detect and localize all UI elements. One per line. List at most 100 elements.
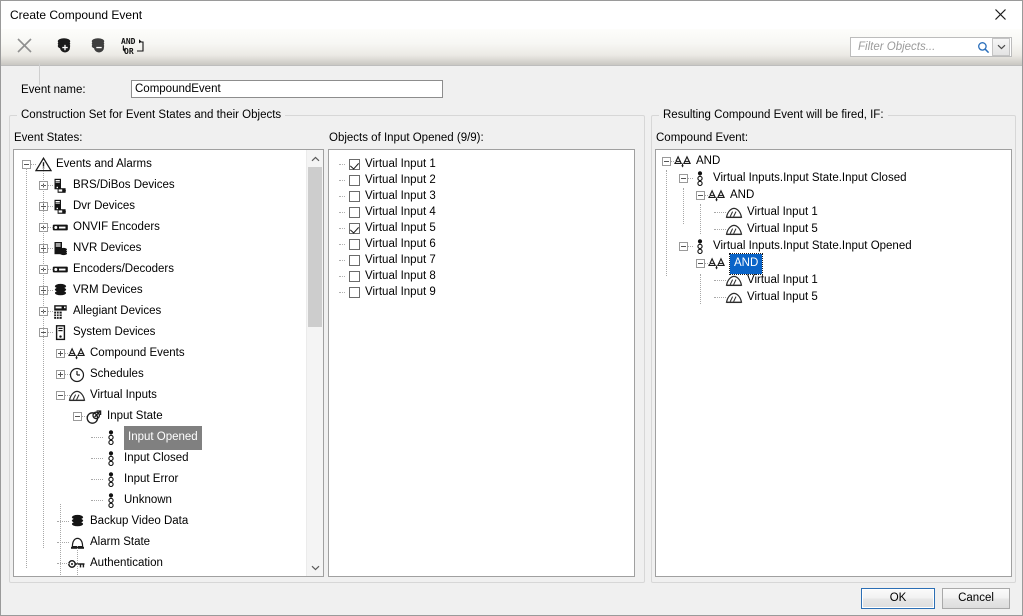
search-icon[interactable] xyxy=(974,41,992,54)
checkbox-1[interactable] xyxy=(349,158,360,170)
list-item[interactable]: Virtual Input 8 xyxy=(335,268,630,284)
toggle-and-or-button[interactable]: AND OR xyxy=(117,32,151,62)
tree-item-nvr-devices[interactable]: NVR Devices xyxy=(14,238,306,259)
tree-item-input-error[interactable]: Input Error xyxy=(14,469,306,490)
filter-objects-field[interactable]: Filter Objects... xyxy=(850,37,1012,57)
expand-icon[interactable] xyxy=(54,343,70,364)
event-states-scrollbar[interactable] xyxy=(306,150,323,576)
filter-dropdown-button[interactable] xyxy=(992,38,1010,56)
tree-item-allegiant-devices[interactable]: Allegiant Devices xyxy=(14,301,306,322)
list-item[interactable]: Virtual Input 6 xyxy=(335,236,630,252)
compound-tree-item[interactable]: AND xyxy=(656,187,1007,204)
compound-tree-item[interactable]: Virtual Input 1 xyxy=(656,204,1007,221)
create-compound-event-dialog: Create Compound Event AND OR Filter Obje… xyxy=(0,0,1023,616)
collapse-icon[interactable] xyxy=(660,153,676,170)
tree-item-brs-dibos-devices[interactable]: BRS/DiBos Devices xyxy=(14,175,306,196)
tree-item-vrm-devices[interactable]: VRM Devices xyxy=(14,280,306,301)
expand-icon[interactable] xyxy=(37,301,53,322)
construction-set-legend: Construction Set for Event States and th… xyxy=(17,109,286,121)
tree-item-dvr-devices[interactable]: Dvr Devices xyxy=(14,196,306,217)
list-item[interactable]: Virtual Input 5 xyxy=(335,220,630,236)
checkbox-2[interactable] xyxy=(349,174,360,186)
list-item[interactable]: Virtual Input 7 xyxy=(335,252,630,268)
compound-tree-item[interactable]: Virtual Input 5 xyxy=(656,289,1007,306)
tree-item-input-opened[interactable]: Input Opened xyxy=(14,425,306,450)
compound-tree-item[interactable]: Virtual Inputs.Input State.Input Closed xyxy=(656,170,1007,187)
collapse-icon[interactable] xyxy=(677,170,693,187)
tree-connector-line xyxy=(700,204,701,234)
tree-item-system-devices[interactable]: System Devices xyxy=(14,322,306,343)
tree-item-events-and-alarms[interactable]: Events and Alarms xyxy=(14,154,306,175)
list-item[interactable]: Virtual Input 4 xyxy=(335,204,630,220)
tree-item-label: Input State xyxy=(107,410,163,422)
checkbox-4[interactable] xyxy=(349,206,360,218)
checkbox-3[interactable] xyxy=(349,190,360,202)
expand-icon[interactable] xyxy=(37,259,53,280)
tree-item-encoders-decoders[interactable]: Encoders/Decoders xyxy=(14,259,306,280)
virtual-input-icon xyxy=(725,272,743,289)
checkbox-9[interactable] xyxy=(349,286,360,298)
scrollbar-thumb[interactable] xyxy=(308,167,322,327)
tree-connector-line xyxy=(60,504,61,576)
event-name-input[interactable] xyxy=(131,80,443,98)
list-item[interactable]: Virtual Input 2 xyxy=(335,172,630,188)
checkbox-7[interactable] xyxy=(349,254,360,266)
checkbox-6[interactable] xyxy=(349,238,360,250)
collapse-icon[interactable] xyxy=(694,255,710,272)
compound-tree-item-label: AND xyxy=(728,252,764,275)
event-states-tree[interactable]: Events and Alarms BRS/DiBos Devices Dvr De… xyxy=(13,149,324,577)
tree-item-compound-events[interactable]: Compound Events xyxy=(14,343,306,364)
scroll-down-button[interactable] xyxy=(307,559,323,576)
tree-connector xyxy=(335,268,349,284)
tree-item-schedules[interactable]: Schedules xyxy=(14,364,306,385)
list-item[interactable]: Virtual Input 1 xyxy=(335,156,630,172)
collapse-icon[interactable] xyxy=(694,187,710,204)
expand-icon[interactable] xyxy=(37,280,53,301)
expand-icon[interactable] xyxy=(54,364,70,385)
tree-item-label: Input Closed xyxy=(124,452,189,464)
tree-item-label: Schedules xyxy=(90,368,144,380)
tree-connector xyxy=(54,553,69,574)
tree-connector xyxy=(335,220,349,236)
collapse-icon[interactable] xyxy=(54,385,70,406)
expand-icon[interactable] xyxy=(37,238,53,259)
expand-icon[interactable] xyxy=(37,196,53,217)
ok-button[interactable]: OK xyxy=(861,588,935,609)
tree-item-backup-video-data[interactable]: Backup Video Data xyxy=(14,511,306,532)
checkbox-5[interactable] xyxy=(349,222,360,234)
collapse-icon[interactable] xyxy=(677,238,693,255)
clock-icon xyxy=(68,366,86,383)
compound-tree-item[interactable]: Virtual Inputs.Input State.Input Opened xyxy=(656,238,1007,255)
tree-item-label: Events and Alarms xyxy=(56,158,152,170)
expand-icon[interactable] xyxy=(37,217,53,238)
compound-event-tree[interactable]: AND Virtual Inputs.Input State.Input Clos… xyxy=(655,149,1012,577)
compound-tree-item[interactable]: Virtual Input 5 xyxy=(656,221,1007,238)
tree-item-authentication[interactable]: Authentication xyxy=(14,553,306,574)
tree-connector xyxy=(711,204,726,221)
objects-checkbox-list[interactable]: Virtual Input 1 Virtual Input 2 Virtual In… xyxy=(328,149,635,577)
delete-event-button[interactable] xyxy=(9,32,39,62)
compound-tree-item[interactable]: AND xyxy=(656,153,1007,170)
and-or-icon: AND OR xyxy=(120,34,148,61)
list-item[interactable]: Virtual Input 3 xyxy=(335,188,630,204)
cancel-button[interactable]: Cancel xyxy=(942,588,1010,609)
collapse-icon[interactable] xyxy=(37,322,53,343)
toolbar-separator xyxy=(39,63,40,85)
remove-event-state-button[interactable] xyxy=(83,32,113,62)
add-event-state-button[interactable] xyxy=(49,32,79,62)
list-item[interactable]: Virtual Input 9 xyxy=(335,284,630,300)
scroll-up-button[interactable] xyxy=(307,150,323,167)
compound-tree-item[interactable]: Virtual Input 1 xyxy=(656,272,1007,289)
close-window-button[interactable] xyxy=(979,1,1022,28)
compound-tree-item[interactable]: AND xyxy=(656,252,1007,275)
tree-item-alarm-state[interactable]: Alarm State xyxy=(14,532,306,553)
tree-item-input-closed[interactable]: Input Closed xyxy=(14,448,306,469)
tree-item-virtual-inputs[interactable]: Virtual Inputs xyxy=(14,385,306,406)
tree-item-onvif-encoders[interactable]: ONVIF Encoders xyxy=(14,217,306,238)
tree-item-unknown[interactable]: Unknown xyxy=(14,490,306,511)
collapse-icon[interactable] xyxy=(71,406,87,427)
collapse-icon[interactable] xyxy=(20,154,36,175)
checkbox-8[interactable] xyxy=(349,270,360,282)
tree-item-input-state[interactable]: Input State xyxy=(14,406,306,427)
expand-icon[interactable] xyxy=(37,175,53,196)
